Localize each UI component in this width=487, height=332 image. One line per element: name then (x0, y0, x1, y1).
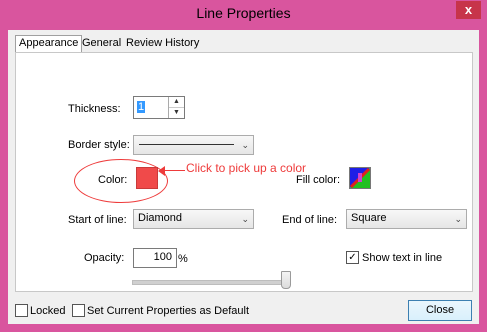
thickness-value[interactable]: 1 (137, 101, 146, 113)
fill-color-swatch[interactable] (349, 167, 371, 189)
stepper-down-icon[interactable]: ▼ (169, 107, 184, 118)
tab-general[interactable]: General (80, 36, 123, 51)
close-button[interactable]: Close (408, 300, 472, 321)
annotation-arrow-line (163, 170, 185, 171)
stepper-buttons: ▲ ▼ (168, 97, 184, 118)
fill-color-pattern-icon (350, 168, 370, 188)
start-of-line-dropdown[interactable]: Diamond ⌄ (133, 209, 254, 229)
border-style-dropdown[interactable]: ⌄ (133, 135, 254, 155)
annotation-arrow-icon (158, 166, 165, 176)
start-of-line-label: Start of line: (68, 214, 127, 226)
color-swatch[interactable] (136, 167, 158, 189)
color-label: Color: (98, 174, 128, 186)
show-text-checkbox[interactable]: ✓ (346, 251, 359, 264)
end-of-line-value: Square (351, 212, 387, 224)
locked-label: Locked (30, 305, 66, 317)
show-text-label: Show text in line (362, 252, 443, 264)
border-style-label: Border style: (68, 139, 130, 151)
set-default-checkbox[interactable] (72, 304, 85, 317)
opacity-label: Opacity: (84, 252, 125, 264)
opacity-slider-track[interactable] (132, 280, 290, 285)
tab-appearance[interactable]: Appearance (15, 35, 83, 53)
opacity-slider-thumb[interactable] (281, 271, 291, 289)
annotation-text: Click to pick up a color (186, 161, 307, 175)
window-close-button[interactable]: x (456, 1, 481, 19)
opacity-input[interactable]: 100 (133, 248, 177, 268)
opacity-unit: % (178, 253, 188, 265)
fill-color-label: Fill color: (296, 174, 341, 186)
appearance-panel: Thickness: 1 ▲ ▼ Border style: ⌄ Color: … (15, 52, 473, 292)
opacity-value[interactable]: 100 (154, 251, 172, 263)
thickness-label: Thickness: (68, 103, 121, 115)
thickness-stepper[interactable]: 1 ▲ ▼ (133, 96, 185, 119)
border-style-line-sample (139, 144, 234, 145)
tab-review-history[interactable]: Review History (124, 36, 201, 51)
end-of-line-label: End of line: (282, 214, 338, 226)
locked-checkbox[interactable] (15, 304, 28, 317)
chevron-down-icon: ⌄ (241, 140, 249, 150)
window-title: Line Properties (196, 5, 291, 21)
checkmark-icon: ✓ (348, 252, 357, 263)
end-of-line-dropdown[interactable]: Square ⌄ (346, 209, 467, 229)
start-of-line-value: Diamond (138, 212, 183, 224)
title-bar: Line Properties x (0, 0, 487, 30)
chevron-down-icon: ⌄ (241, 214, 249, 224)
chevron-down-icon: ⌄ (454, 214, 462, 224)
stepper-up-icon[interactable]: ▲ (169, 97, 184, 107)
dialog-body: Appearance General Review History Thickn… (8, 30, 479, 324)
set-default-label: Set Current Properties as Default (87, 305, 250, 317)
